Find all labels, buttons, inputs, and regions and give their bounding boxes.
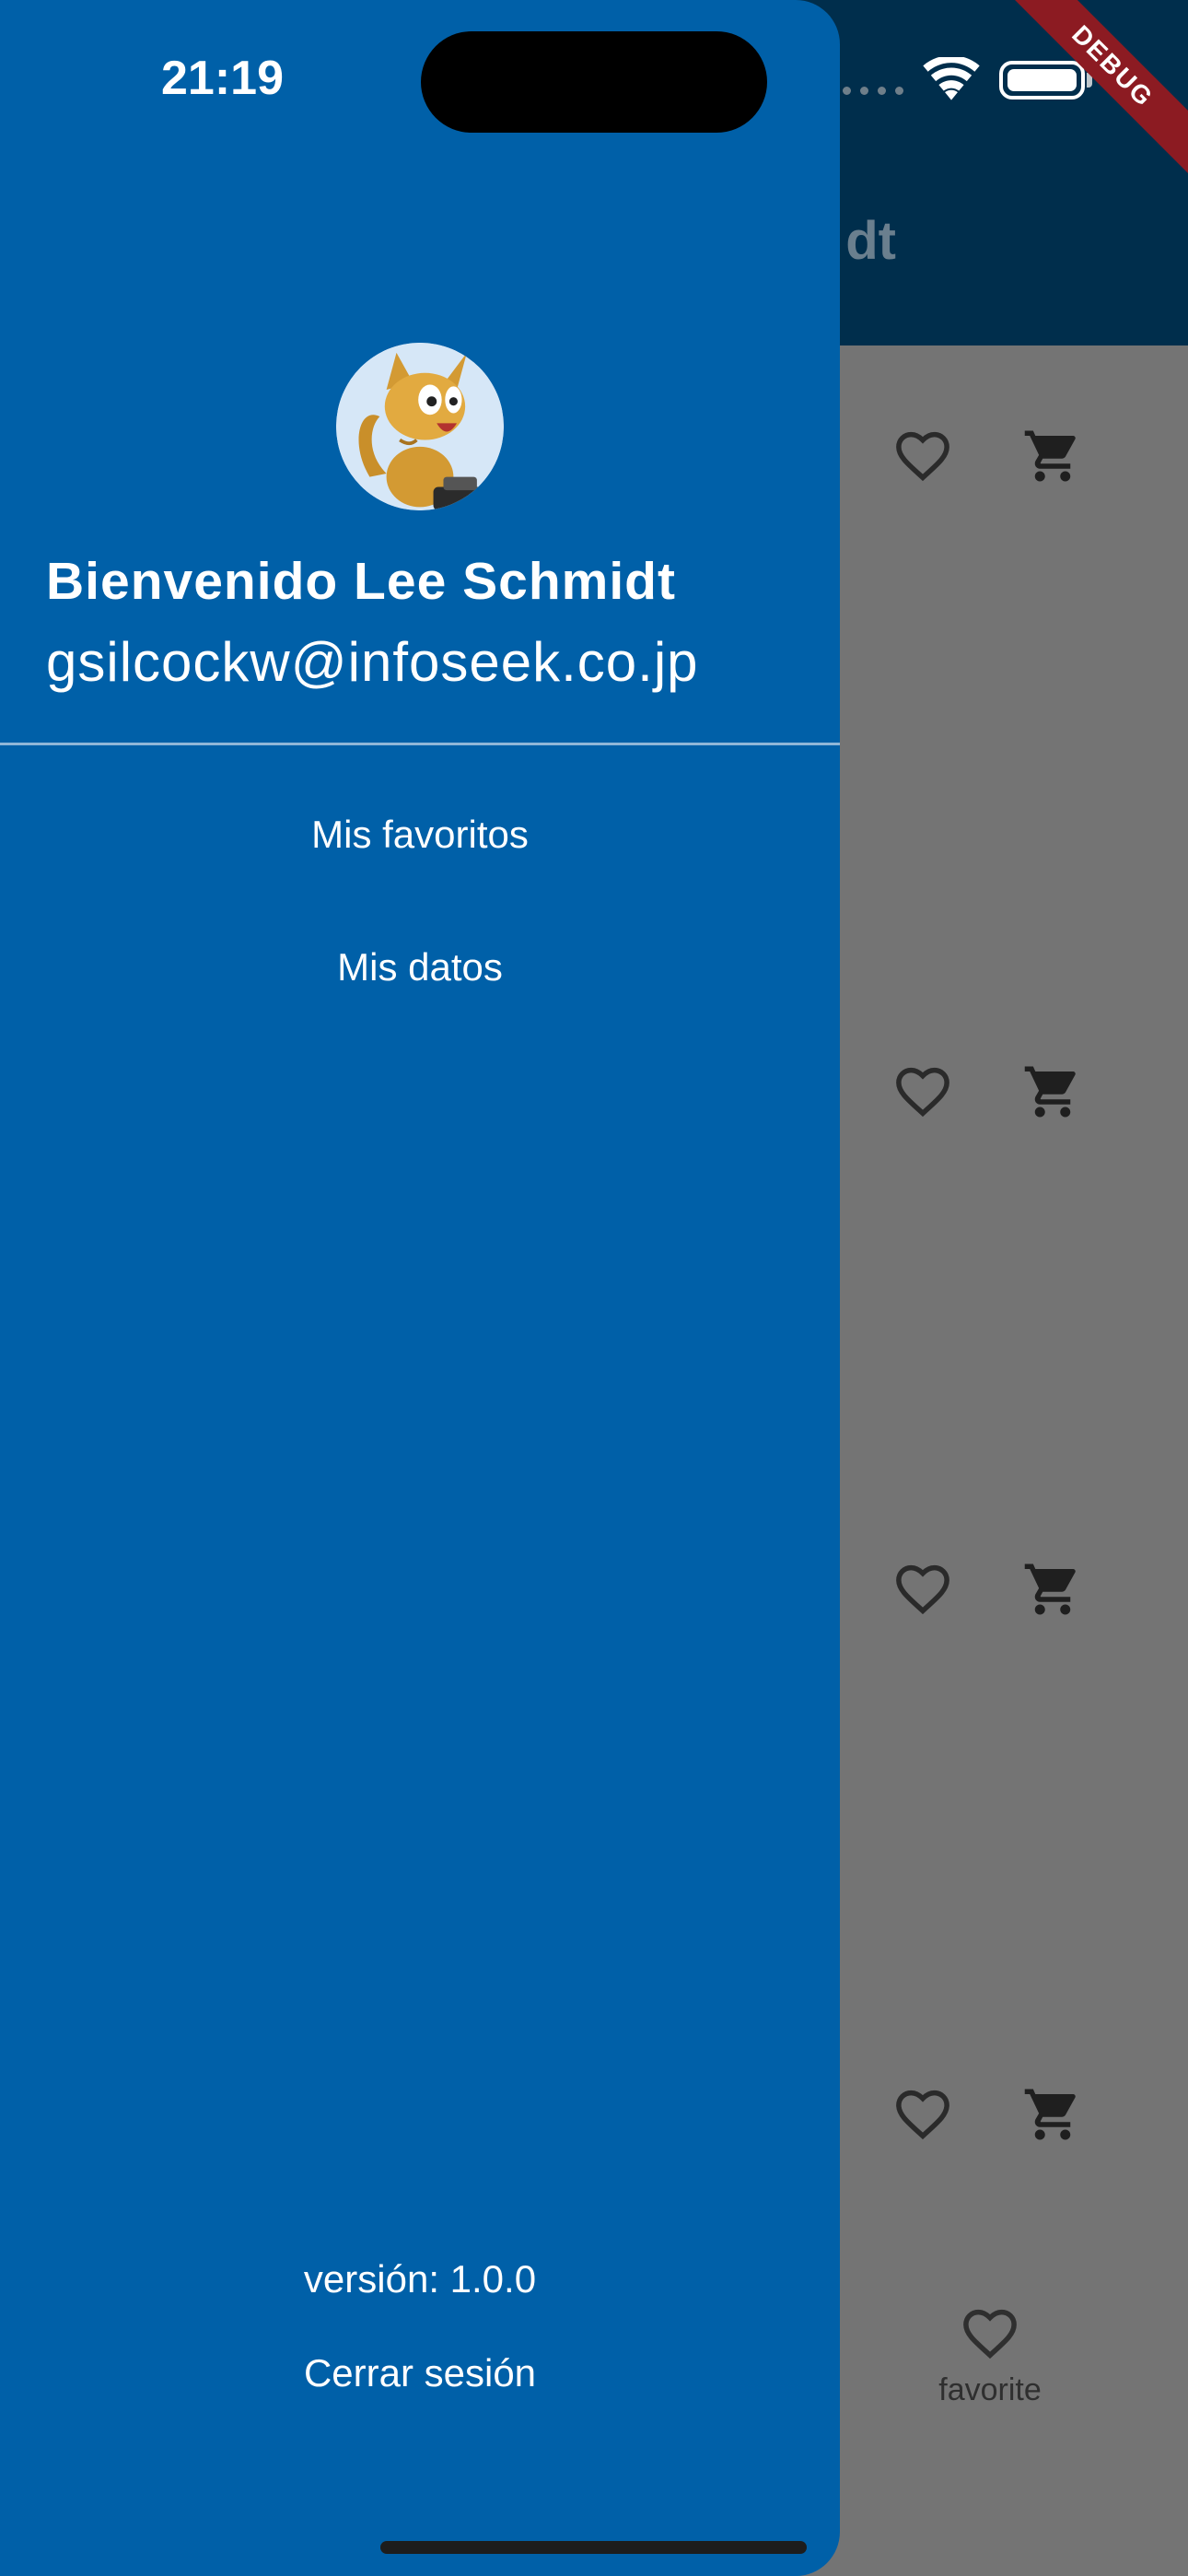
drawer-divider	[0, 743, 840, 745]
cart-icon[interactable]	[1022, 2084, 1083, 2145]
debug-banner-label: DEBUG	[998, 0, 1188, 181]
app-version: versión: 1.0.0	[303, 2257, 537, 2301]
favorite-heart-icon[interactable]	[892, 1061, 953, 1122]
menu-item-favorites[interactable]: Mis favoritos	[0, 813, 840, 857]
menu-item-my-data[interactable]: Mis datos	[0, 945, 840, 989]
avatar	[336, 343, 504, 510]
bottom-nav-favorite[interactable]: favorite	[921, 2303, 1059, 2408]
signal-dots-icon	[843, 87, 903, 95]
cart-icon[interactable]	[1022, 426, 1083, 486]
favorite-heart-icon[interactable]	[892, 426, 953, 486]
dynamic-island	[421, 31, 767, 133]
welcome-heading: Bienvenido Lee Schmidt	[46, 552, 676, 611]
status-time: 21:19	[161, 52, 284, 105]
home-indicator[interactable]	[380, 2541, 807, 2554]
heart-outline-icon	[963, 2309, 1017, 2359]
bottom-nav-label: favorite	[938, 2372, 1042, 2407]
user-email: gsilcockw@infoseek.co.jp	[46, 631, 699, 693]
wifi-icon	[923, 57, 980, 100]
cat-avatar-icon	[336, 343, 504, 510]
favorite-heart-icon[interactable]	[892, 1559, 953, 1620]
logout-button[interactable]: Cerrar sesión	[0, 2351, 840, 2395]
cart-icon[interactable]	[1022, 1559, 1083, 1620]
cart-icon[interactable]	[1022, 1061, 1083, 1122]
favorite-heart-icon[interactable]	[892, 2084, 953, 2145]
debug-banner: DEBUG	[985, 0, 1188, 203]
navigation-drawer: 21:19 Bienvenido Lee Schmidt gsilcockw@i…	[0, 0, 840, 2576]
